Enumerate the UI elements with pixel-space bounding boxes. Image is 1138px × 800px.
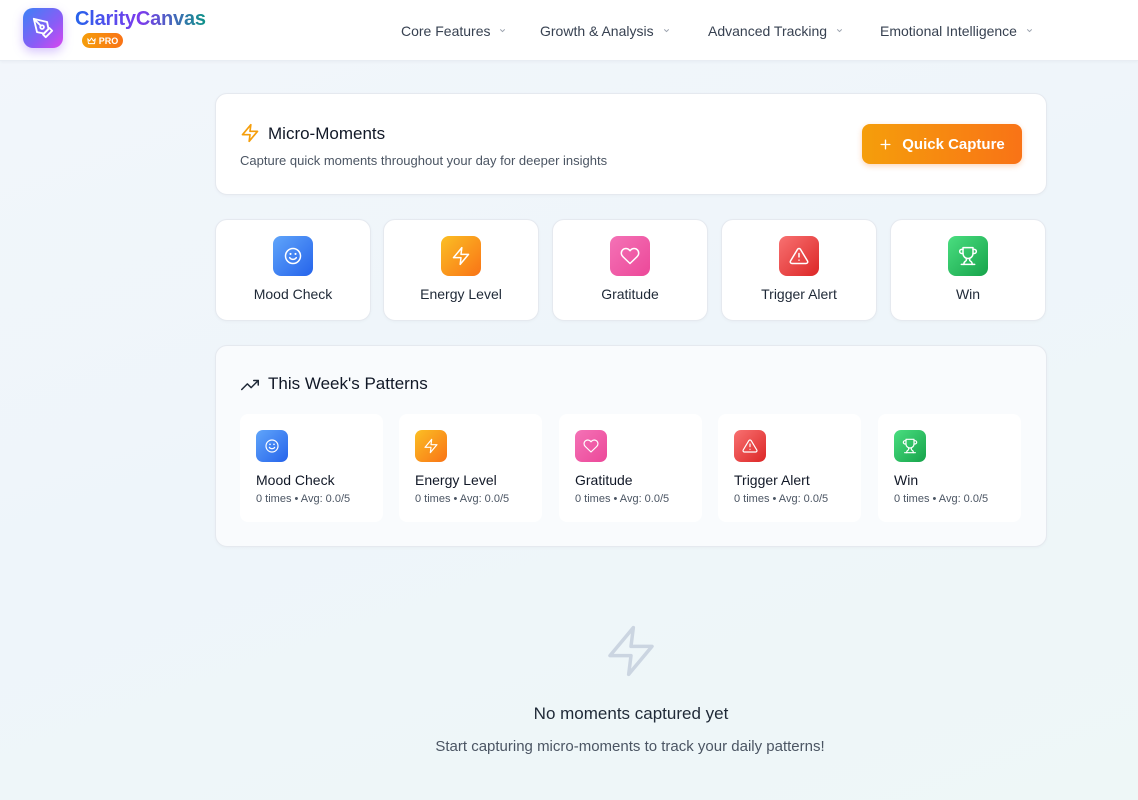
- pro-badge: PRO: [82, 33, 123, 48]
- pattern-name: Gratitude: [575, 472, 633, 488]
- empty-state-subtitle: Start capturing micro-moments to track y…: [435, 738, 825, 755]
- nav-label: Advanced Tracking: [708, 22, 828, 39]
- trophy-icon: [948, 236, 988, 276]
- moment-type-label: Gratitude: [601, 286, 659, 302]
- lightning-icon: [608, 625, 654, 677]
- nav-label: Emotional Intelligence: [880, 22, 1017, 39]
- trending-up-icon: [241, 379, 259, 391]
- pattern-stats: 0 times • Avg: 0.0/5: [575, 493, 670, 505]
- chevron-down-icon: [1026, 29, 1033, 33]
- chevron-down-icon: [500, 29, 506, 33]
- nav-growth-analysis[interactable]: Growth & Analysis: [540, 0, 671, 61]
- micro-moments-title: Micro-Moments: [268, 124, 386, 143]
- pattern-name: Mood Check: [256, 472, 335, 488]
- micro-moments-card: Micro-Moments Capture quick moments thro…: [215, 93, 1047, 195]
- warning-icon: [734, 430, 766, 462]
- moment-type-trigger-alert[interactable]: Trigger Alert: [721, 219, 877, 321]
- micro-moments-subtitle: Capture quick moments throughout your da…: [240, 153, 608, 168]
- pattern-stats: 0 times • Avg: 0.0/5: [415, 493, 510, 505]
- nav-core-features[interactable]: Core Features: [401, 0, 507, 61]
- nav-label: Growth & Analysis: [540, 22, 654, 39]
- pattern-item-trigger-alert: Trigger Alert 0 times • Avg: 0.0/5: [718, 414, 861, 522]
- empty-state-title: No moments captured yet: [533, 704, 729, 723]
- moment-type-gratitude[interactable]: Gratitude: [552, 219, 708, 321]
- moment-type-label: Energy Level: [420, 286, 502, 302]
- chevron-down-icon: [663, 29, 669, 33]
- moment-type-label: Mood Check: [253, 286, 333, 302]
- pattern-name: Energy Level: [415, 472, 497, 488]
- chevron-down-icon: [836, 29, 843, 33]
- brand-name: ClarityCanvas: [75, 8, 206, 30]
- lightning-icon: [241, 123, 259, 143]
- top-header: ClarityCanvas PRO Core Features Growth &…: [0, 0, 1138, 61]
- crown-icon: [87, 37, 96, 44]
- moment-type-label: Trigger Alert: [761, 286, 837, 302]
- pattern-stats: 0 times • Avg: 0.0/5: [734, 493, 829, 505]
- weekly-patterns-title: This Week's Patterns: [268, 374, 428, 393]
- pattern-item-energy-level: Energy Level 0 times • Avg: 0.0/5: [399, 414, 542, 522]
- smile-icon: [273, 236, 313, 276]
- nav-emotional-intelligence[interactable]: Emotional Intelligence: [880, 0, 1034, 61]
- pattern-item-win: Win 0 times • Avg: 0.0/5: [878, 414, 1021, 522]
- lightning-icon: [415, 430, 447, 462]
- pattern-item-mood-check: Mood Check 0 times • Avg: 0.0/5: [240, 414, 383, 522]
- pattern-name: Win: [894, 472, 919, 488]
- app-logo[interactable]: [23, 8, 63, 48]
- pattern-stats: 0 times • Avg: 0.0/5: [894, 493, 989, 505]
- pattern-name: Trigger Alert: [734, 472, 810, 488]
- moment-type-mood-check[interactable]: Mood Check: [215, 219, 371, 321]
- moment-type-win[interactable]: Win: [890, 219, 1046, 321]
- pro-badge-label: PRO: [98, 35, 119, 46]
- moment-type-label: Win: [955, 286, 981, 302]
- warning-icon: [779, 236, 819, 276]
- nav-label: Core Features: [401, 22, 491, 39]
- trophy-icon: [894, 430, 926, 462]
- weekly-patterns-card: This Week's Patterns Mood Check 0 times …: [215, 345, 1047, 547]
- plus-icon: [880, 138, 891, 150]
- nav-advanced-tracking[interactable]: Advanced Tracking: [708, 0, 844, 61]
- heart-icon: [610, 236, 650, 276]
- heart-icon: [575, 430, 607, 462]
- quick-capture-label: Quick Capture: [902, 135, 1005, 153]
- moment-type-energy-level[interactable]: Energy Level: [383, 219, 539, 321]
- lightning-icon: [441, 236, 481, 276]
- pattern-item-gratitude: Gratitude 0 times • Avg: 0.0/5: [559, 414, 702, 522]
- pen-tool-icon: [32, 17, 54, 39]
- smile-icon: [256, 430, 288, 462]
- pattern-stats: 0 times • Avg: 0.0/5: [256, 493, 351, 505]
- quick-capture-button[interactable]: Quick Capture: [862, 124, 1022, 164]
